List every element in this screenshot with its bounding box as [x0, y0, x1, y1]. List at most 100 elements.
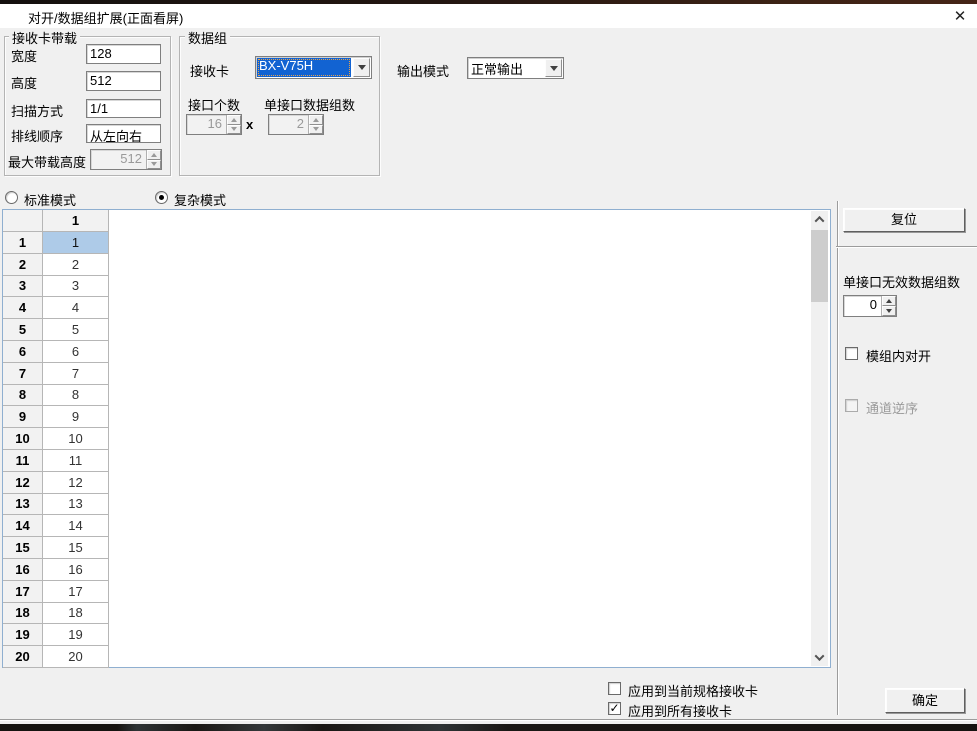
table-row: 1919 [3, 624, 109, 646]
table-row-header[interactable]: 14 [3, 515, 43, 537]
max-load-height-value: 512 [91, 150, 146, 169]
table-row-header[interactable]: 15 [3, 537, 43, 559]
receiving-card-dropdown[interactable]: BX-V75H [255, 56, 372, 79]
panel-separator [837, 201, 839, 715]
table-cell[interactable]: 4 [43, 297, 109, 319]
table-corner-cell [3, 210, 43, 232]
table-cell[interactable]: 11 [43, 450, 109, 472]
table-cell[interactable]: 5 [43, 319, 109, 341]
table-row-header[interactable]: 8 [3, 385, 43, 407]
table-row: 1717 [3, 581, 109, 603]
table-cell[interactable]: 3 [43, 276, 109, 298]
height-field[interactable]: 512 [86, 71, 161, 91]
table-row: 77 [3, 363, 109, 385]
interface-count-value: 16 [187, 115, 226, 134]
radio-complex-mode-label[interactable]: 复杂模式 [174, 190, 226, 209]
table-cell[interactable]: 20 [43, 646, 109, 668]
table-row-header[interactable]: 16 [3, 559, 43, 581]
title-bar[interactable]: 对开/数据组扩展(正面看屏) ✕ [0, 4, 977, 28]
table-row-header[interactable]: 13 [3, 494, 43, 516]
close-icon[interactable]: ✕ [948, 6, 972, 28]
scrollbar-thumb[interactable] [811, 230, 828, 302]
table-row-header[interactable]: 3 [3, 276, 43, 298]
table-row: 44 [3, 297, 109, 319]
table-vertical-scrollbar[interactable] [811, 211, 828, 666]
width-label: 宽度 [11, 46, 37, 65]
invalid-groups-value[interactable]: 0 [844, 296, 881, 316]
group-receiver-load-title: 接收卡带载 [9, 28, 80, 47]
table-row-header[interactable]: 4 [3, 297, 43, 319]
dialog-title: 对开/数据组扩展(正面看屏) [28, 8, 183, 27]
table-column-header[interactable]: 1 [43, 210, 109, 232]
apply-current-checkbox[interactable] [608, 682, 621, 695]
table-header-row: 1 [3, 210, 109, 232]
invalid-groups-down-icon[interactable] [882, 306, 896, 316]
table-row-header[interactable]: 5 [3, 319, 43, 341]
table-cell[interactable]: 10 [43, 428, 109, 450]
scrollbar-up-icon[interactable] [811, 211, 828, 228]
table-cell[interactable]: 6 [43, 341, 109, 363]
table-cell[interactable]: 2 [43, 254, 109, 276]
group-data-group-title: 数据组 [185, 28, 230, 47]
groups-per-interface-up-icon [309, 115, 323, 125]
ok-button[interactable]: 确定 [885, 688, 965, 713]
scrollbar-down-icon[interactable] [811, 649, 828, 666]
module-split-checkbox[interactable] [845, 347, 858, 360]
table-cell[interactable]: 9 [43, 406, 109, 428]
invalid-groups-up-icon[interactable] [882, 296, 896, 306]
table-row-header[interactable]: 19 [3, 624, 43, 646]
table-cell[interactable]: 18 [43, 603, 109, 625]
table-row-header[interactable]: 1 [3, 232, 43, 254]
radio-standard-mode[interactable] [5, 191, 18, 204]
table-row-header[interactable]: 12 [3, 472, 43, 494]
apply-all-label[interactable]: 应用到所有接收卡 [628, 701, 732, 720]
table-row-header[interactable]: 10 [3, 428, 43, 450]
table-cell[interactable]: 14 [43, 515, 109, 537]
table-row-header[interactable]: 20 [3, 646, 43, 668]
table-row-header[interactable]: 7 [3, 363, 43, 385]
table-cell[interactable]: 13 [43, 494, 109, 516]
table-cell[interactable]: 17 [43, 581, 109, 603]
background-window-edge-bottom [0, 724, 977, 731]
interface-count-stepper: 16 [186, 114, 242, 135]
receiving-card-dropdown-arrow-icon[interactable] [353, 58, 370, 77]
cable-order-field[interactable]: 从左向右 [86, 124, 161, 143]
table-row: 11 [3, 232, 109, 254]
invalid-groups-label: 单接口无效数据组数 [843, 272, 960, 291]
radio-standard-mode-label[interactable]: 标准模式 [24, 190, 76, 209]
receiving-card-value: BX-V75H [257, 58, 351, 77]
table-row: 1616 [3, 559, 109, 581]
width-field[interactable]: 128 [86, 44, 161, 64]
table-row: 1818 [3, 603, 109, 625]
radio-complex-mode[interactable] [155, 191, 168, 204]
reset-button[interactable]: 复位 [843, 208, 965, 232]
table-row-header[interactable]: 11 [3, 450, 43, 472]
table-row-header[interactable]: 17 [3, 581, 43, 603]
scan-mode-field[interactable]: 1/1 [86, 99, 161, 118]
table-row-header[interactable]: 9 [3, 406, 43, 428]
height-label: 高度 [11, 73, 37, 92]
data-group-table[interactable]: 1112233445566778899101011111212131314141… [2, 209, 831, 668]
output-mode-dropdown[interactable]: 正常输出 [467, 57, 564, 79]
table-cell[interactable]: 15 [43, 537, 109, 559]
apply-current-label[interactable]: 应用到当前规格接收卡 [628, 681, 758, 700]
table-cell[interactable]: 16 [43, 559, 109, 581]
table-cell[interactable]: 7 [43, 363, 109, 385]
module-split-label[interactable]: 模组内对开 [866, 346, 931, 365]
output-mode-label: 输出模式 [397, 61, 449, 80]
invalid-groups-stepper[interactable]: 0 [843, 295, 897, 317]
output-mode-dropdown-arrow-icon[interactable] [545, 59, 562, 77]
table-row: 22 [3, 254, 109, 276]
table-cell[interactable]: 12 [43, 472, 109, 494]
table-row: 33 [3, 276, 109, 298]
table-cell[interactable]: 19 [43, 624, 109, 646]
table-row-header[interactable]: 6 [3, 341, 43, 363]
channel-reverse-label: 通道逆序 [866, 398, 918, 417]
table-cell[interactable]: 1 [43, 232, 109, 254]
table-row-header[interactable]: 2 [3, 254, 43, 276]
right-panel-divider [836, 246, 977, 248]
table-cell[interactable]: 8 [43, 385, 109, 407]
max-load-height-up-icon [147, 150, 161, 160]
table-row-header[interactable]: 18 [3, 603, 43, 625]
apply-all-checkbox[interactable]: ✓ [608, 702, 621, 715]
